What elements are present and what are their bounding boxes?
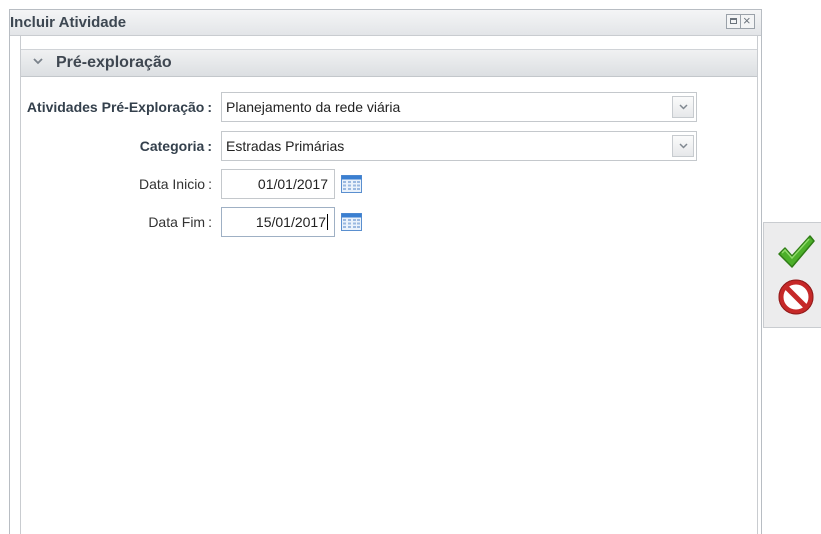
atividades-label: Atividades Pré-Exploração: [26, 99, 212, 115]
field-row-categoria: Categoria: Estradas Primárias [21, 131, 761, 161]
dialog-window: Incluir Atividade × Pré-exploração Ativi… [9, 9, 762, 534]
checkmark-icon[interactable] [776, 233, 816, 271]
section-header[interactable]: Pré-exploração [21, 49, 757, 77]
data-fim-label: Data Fim: [148, 214, 212, 230]
cancel-icon[interactable] [778, 279, 814, 315]
field-row-data-fim: Data Fim: 15/01/2017 [21, 207, 761, 237]
text-caret [327, 214, 328, 230]
categoria-label: Categoria: [139, 138, 212, 154]
dialog-body: Pré-exploração Atividades Pré-Exploração… [20, 35, 758, 534]
window-controls: × [726, 13, 755, 29]
data-inicio-label: Data Inicio: [138, 176, 212, 192]
calendar-icon[interactable] [341, 213, 362, 231]
calendar-icon[interactable] [341, 175, 362, 193]
field-row-data-inicio: Data Inicio: 01/01/2017 [21, 169, 761, 199]
categoria-value: Estradas Primárias [226, 138, 345, 154]
maximize-icon[interactable] [726, 14, 741, 29]
section-title: Pré-exploração [56, 54, 172, 71]
action-panel [763, 222, 821, 328]
categoria-select[interactable]: Estradas Primárias [221, 131, 697, 161]
dialog-title: Incluir Atividade [10, 14, 127, 31]
close-glyph: × [743, 13, 751, 28]
data-fim-value: 15/01/2017 [255, 214, 328, 230]
field-row-atividades: Atividades Pré-Exploração: Planejamento … [21, 92, 761, 122]
dropdown-button[interactable] [672, 96, 694, 118]
atividades-value: Planejamento da rede viária [226, 99, 401, 115]
chevron-down-icon [679, 104, 688, 110]
chevron-down-icon[interactable] [32, 55, 44, 67]
data-fim-input[interactable]: 15/01/2017 [221, 207, 335, 237]
close-icon[interactable]: × [740, 13, 755, 29]
chevron-down-icon [679, 143, 688, 149]
data-inicio-input[interactable]: 01/01/2017 [221, 169, 335, 199]
dialog-titlebar[interactable]: Incluir Atividade × [10, 10, 761, 36]
dropdown-button[interactable] [672, 135, 694, 157]
atividades-select[interactable]: Planejamento da rede viária [221, 92, 697, 122]
data-inicio-value: 01/01/2017 [257, 176, 328, 192]
